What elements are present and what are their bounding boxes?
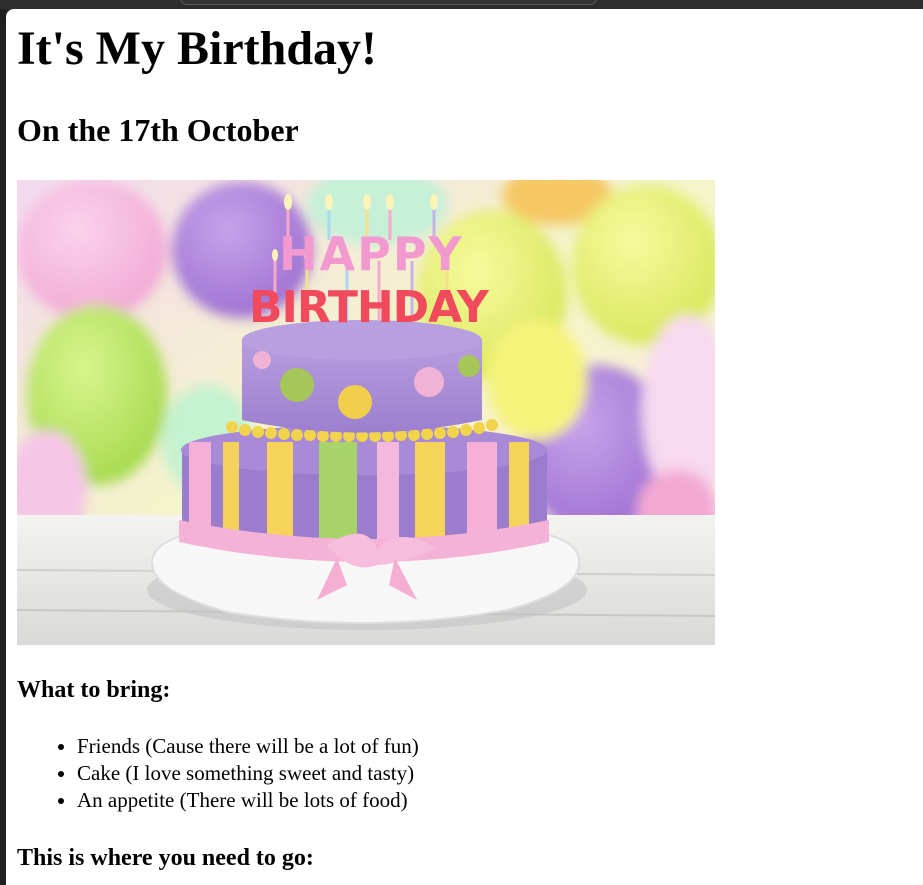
page-title: It's My Birthday! bbox=[17, 22, 377, 75]
location-heading: This is where you need to go: bbox=[17, 845, 314, 871]
browser-top-bar bbox=[0, 0, 923, 9]
birthday-cake-image: HAPPY BIRTHDAY bbox=[17, 180, 715, 645]
address-bar[interactable] bbox=[180, 0, 597, 5]
list-item: Friends (Cause there will be a lot of fu… bbox=[77, 733, 419, 760]
page-viewport: It's My Birthday! On the 17th October HA… bbox=[6, 9, 923, 885]
page-subtitle: On the 17th October bbox=[17, 112, 299, 148]
cake-topper-happy: HAPPY bbox=[279, 227, 464, 281]
list-item: Cake (I love something sweet and tasty) bbox=[77, 760, 419, 787]
bring-list: Friends (Cause there will be a lot of fu… bbox=[17, 733, 419, 814]
what-to-bring-heading: What to bring: bbox=[17, 677, 171, 703]
list-item: An appetite (There will be lots of food) bbox=[77, 787, 419, 814]
cake-topper-birthday: BIRTHDAY bbox=[249, 282, 490, 333]
